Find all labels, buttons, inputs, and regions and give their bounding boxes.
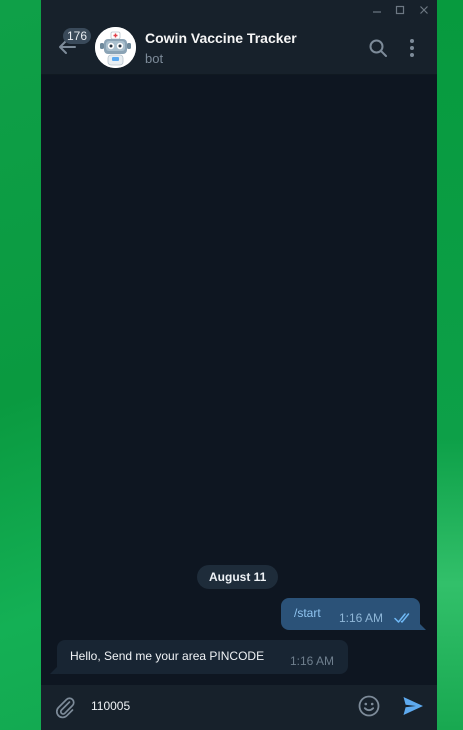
chat-subtitle: bot <box>145 51 164 66</box>
more-options-button[interactable] <box>403 37 421 59</box>
desktop-background <box>437 0 463 730</box>
close-icon <box>420 6 428 14</box>
chat-header: 176 Cowin Vaccine Tracker bot <box>41 20 437 75</box>
send-button[interactable] <box>401 694 425 718</box>
message-composer <box>41 685 437 730</box>
attach-button[interactable] <box>53 695 77 719</box>
more-vertical-icon <box>410 39 414 57</box>
incoming-bubble-tail <box>50 666 58 674</box>
window-titlebar <box>41 0 437 20</box>
maximize-button[interactable] <box>388 0 412 20</box>
telegram-window: 176 Cowin Vaccine Tracker bot August 11 … <box>41 0 437 730</box>
message-text[interactable]: Hello, Send me your area PINCODE <box>70 649 264 663</box>
minimize-icon <box>373 11 381 13</box>
incoming-message[interactable]: Hello, Send me your area PINCODE 1:16 AM <box>57 640 348 674</box>
close-button[interactable] <box>412 0 436 20</box>
message-input[interactable] <box>91 695 341 717</box>
emoji-button[interactable] <box>357 694 381 718</box>
message-time: 1:16 AM <box>339 611 384 625</box>
avatar[interactable] <box>95 27 136 68</box>
outgoing-message[interactable]: /start 1:16 AM <box>281 598 420 630</box>
outgoing-bubble-tail <box>418 622 426 630</box>
search-icon <box>369 39 387 57</box>
read-double-tick-icon <box>394 613 410 623</box>
bot-avatar-icon <box>95 27 136 68</box>
chat-title[interactable]: Cowin Vaccine Tracker <box>145 30 297 46</box>
send-icon <box>403 697 423 715</box>
message-time: 1:16 AM <box>290 654 335 668</box>
minimize-button[interactable] <box>365 0 389 20</box>
paperclip-icon <box>56 697 75 719</box>
search-button[interactable] <box>367 37 389 59</box>
unread-count-badge: 176 <box>63 28 92 44</box>
message-list[interactable]: August 11 /start 1:16 AM Hello, Send me … <box>41 75 437 685</box>
maximize-icon <box>395 5 405 15</box>
message-text[interactable]: /start <box>294 606 321 620</box>
emoji-icon <box>358 695 380 717</box>
date-separator: August 11 <box>197 565 279 589</box>
